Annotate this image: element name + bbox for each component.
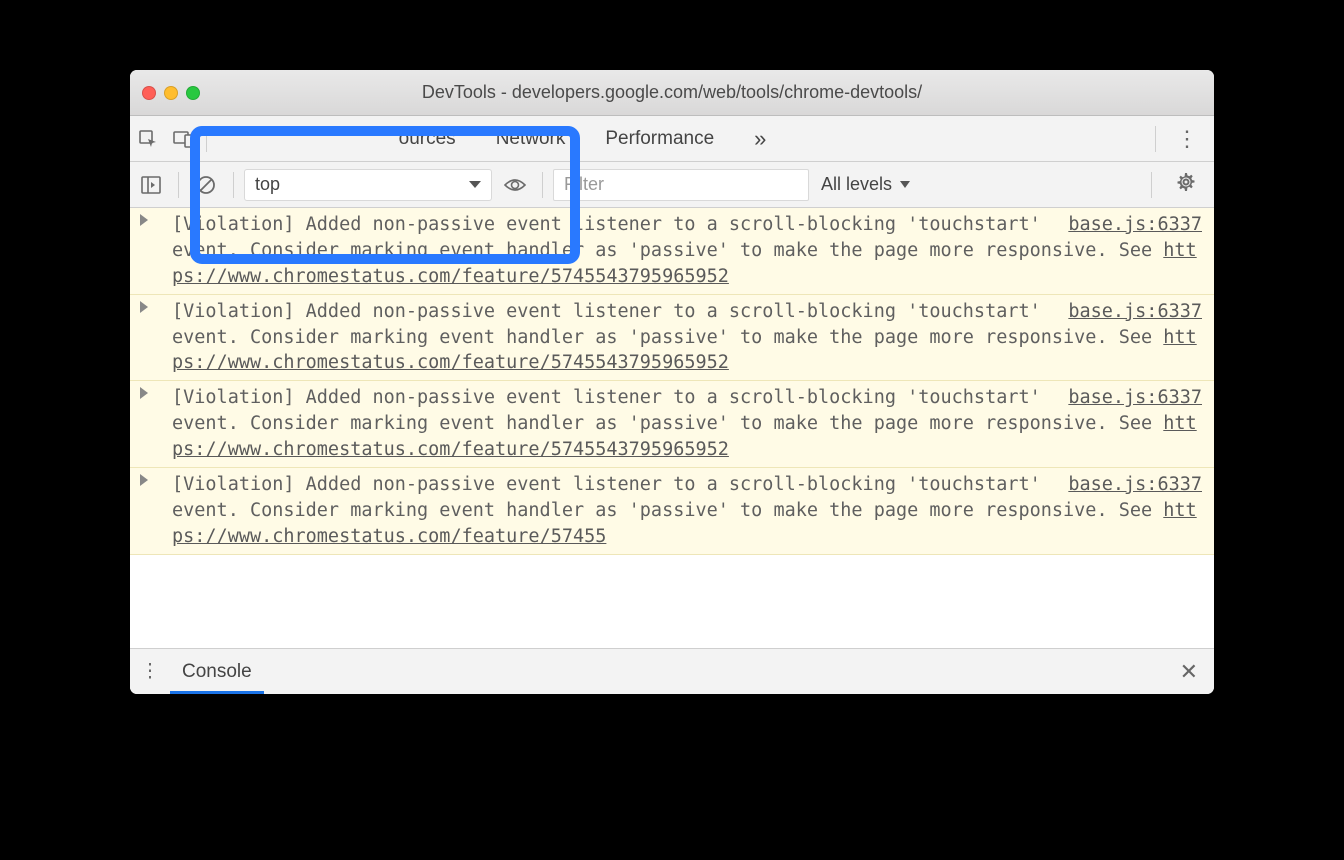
disclosure-triangle-icon[interactable]	[140, 474, 148, 486]
chevron-down-icon	[900, 181, 910, 188]
log-levels-label: All levels	[821, 174, 892, 195]
message-text: [Violation] Added non-passive event list…	[172, 214, 1163, 261]
drawer-tab-console[interactable]: Console	[170, 649, 264, 694]
tab-overflow[interactable]: »	[734, 116, 786, 161]
separator	[1155, 126, 1156, 152]
zoom-window-button[interactable]	[186, 86, 200, 100]
message-text: [Violation] Added non-passive event list…	[172, 474, 1163, 521]
live-expression-icon[interactable]	[498, 168, 532, 202]
filter-input[interactable]	[553, 169, 809, 201]
close-drawer-icon[interactable]: ✕	[1164, 659, 1214, 685]
inspect-element-icon[interactable]	[130, 116, 166, 162]
window-title: DevTools - developers.google.com/web/too…	[130, 82, 1214, 103]
log-levels-dropdown[interactable]: All levels	[815, 174, 916, 195]
message-text: [Violation] Added non-passive event list…	[172, 387, 1163, 434]
clear-console-icon[interactable]	[189, 168, 223, 202]
console-toolbar: top All levels	[130, 162, 1214, 208]
devtools-window: DevTools - developers.google.com/web/too…	[130, 70, 1214, 694]
drawer-menu-icon[interactable]: ⋮	[130, 660, 170, 683]
tab-performance[interactable]: Performance	[585, 116, 734, 161]
separator	[542, 172, 543, 198]
close-window-button[interactable]	[142, 86, 156, 100]
console-messages[interactable]: base.js:6337 [Violation] Added non-passi…	[130, 208, 1214, 648]
disclosure-triangle-icon[interactable]	[140, 214, 148, 226]
minimize-window-button[interactable]	[164, 86, 178, 100]
message-source-link[interactable]: base.js:6337	[1048, 299, 1202, 325]
console-message[interactable]: base.js:6337 [Violation] Added non-passi…	[130, 468, 1214, 555]
message-text: [Violation] Added non-passive event list…	[172, 301, 1163, 348]
context-value: top	[255, 174, 280, 195]
separator	[178, 172, 179, 198]
chevron-down-icon	[469, 181, 481, 188]
separator	[1151, 172, 1152, 198]
message-source-link[interactable]: base.js:6337	[1048, 472, 1202, 498]
titlebar: DevTools - developers.google.com/web/too…	[130, 70, 1214, 116]
console-message[interactable]: base.js:6337 [Violation] Added non-passi…	[130, 208, 1214, 295]
console-message[interactable]: base.js:6337 [Violation] Added non-passi…	[130, 295, 1214, 382]
device-toggle-icon[interactable]	[166, 116, 202, 162]
drawer-tab-label: Console	[182, 661, 252, 683]
message-source-link[interactable]: base.js:6337	[1048, 212, 1202, 238]
tab-network[interactable]: Network	[476, 116, 586, 161]
context-selector[interactable]: top	[244, 169, 492, 201]
separator	[206, 126, 207, 152]
drawer: ⋮ Console ✕	[130, 648, 1214, 694]
traffic-lights	[142, 86, 200, 100]
disclosure-triangle-icon[interactable]	[140, 301, 148, 313]
panel-tabs: Elem Cons ources Network Performance » ⋮	[130, 116, 1214, 162]
toggle-console-sidebar-icon[interactable]	[134, 168, 168, 202]
tab-sources[interactable]: ources	[379, 116, 476, 161]
message-source-link[interactable]: base.js:6337	[1048, 385, 1202, 411]
console-message[interactable]: base.js:6337 [Violation] Added non-passi…	[130, 381, 1214, 468]
console-settings-icon[interactable]	[1162, 172, 1210, 197]
settings-menu-icon[interactable]: ⋮	[1160, 126, 1214, 152]
separator	[233, 172, 234, 198]
disclosure-triangle-icon[interactable]	[140, 387, 148, 399]
